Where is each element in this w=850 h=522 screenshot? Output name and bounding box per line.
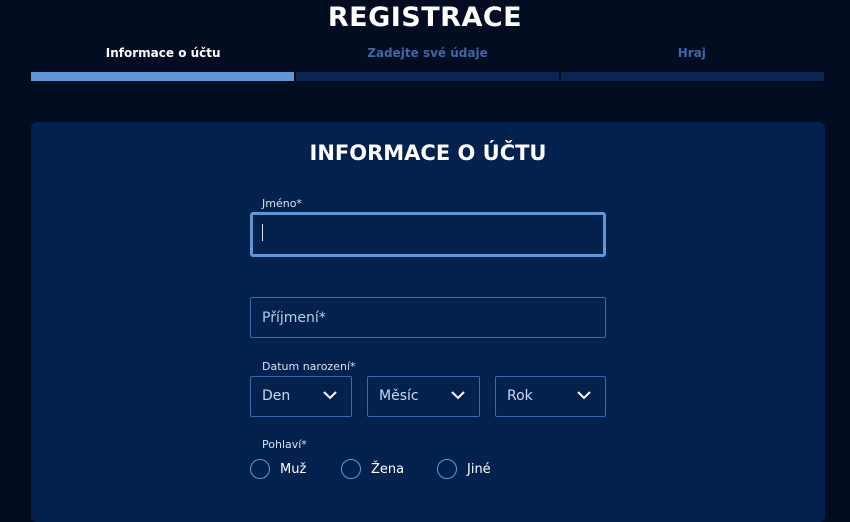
last-name-input[interactable] [250,297,606,338]
gender-option-label: Muž [280,461,307,477]
gender-option-male[interactable]: Muž [250,459,341,479]
step-personal-details: Zadejte své údaje [367,46,488,60]
account-info-card: INFORMACE O ÚČTU Jméno* Datum narození* … [31,122,825,522]
progress-segment-3 [561,72,824,81]
step-play: Hraj [677,46,706,60]
progress-segment-1 [31,72,294,81]
form-title: INFORMACE O ÚČTU [309,141,547,165]
page-title: REGISTRACE [327,2,523,33]
step-progress-bar [31,72,824,81]
radio-circle-icon[interactable] [341,459,361,479]
first-name-label: Jméno* [262,197,302,210]
radio-circle-icon[interactable] [250,459,270,479]
chevron-down-icon [577,391,591,400]
first-name-input[interactable] [250,212,606,257]
birth-day-select[interactable]: Den [250,376,352,417]
birth-date-label: Datum narození* [262,360,356,373]
gender-option-female[interactable]: Žena [341,459,437,479]
first-name-wrapper [250,212,606,257]
birth-month-select[interactable]: Měsíc [367,376,480,417]
gender-label: Pohlaví* [262,438,307,451]
birth-year-value: Rok [507,388,533,404]
gender-option-label: Žena [371,461,405,477]
gender-radio-group: Muž Žena Jiné [250,459,491,479]
chevron-down-icon [323,391,337,400]
progress-segment-2 [296,72,559,81]
birth-day-value: Den [262,388,291,404]
gender-option-other[interactable]: Jiné [437,459,491,479]
gender-option-label: Jiné [467,461,491,477]
birth-year-select[interactable]: Rok [495,376,606,417]
text-cursor [262,224,263,241]
step-account-info: Informace o účtu [105,46,221,60]
birth-month-value: Měsíc [379,388,419,404]
radio-circle-icon[interactable] [437,459,457,479]
chevron-down-icon [451,391,465,400]
registration-steps: Informace o účtu Zadejte své údaje Hraj [31,46,824,60]
